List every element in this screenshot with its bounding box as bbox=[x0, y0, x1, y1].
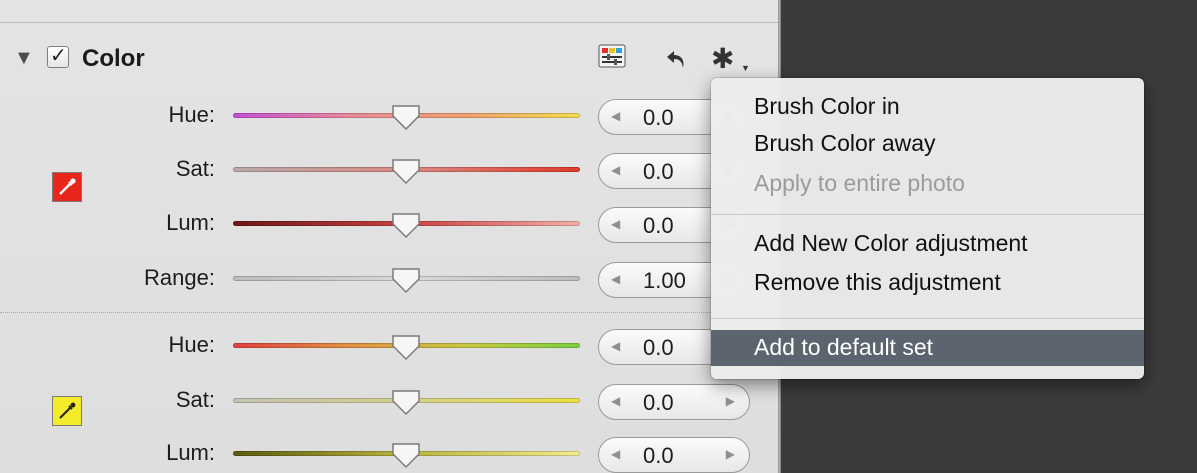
decrement-arrow-icon[interactable]: ◀ bbox=[611, 163, 620, 177]
decrement-arrow-icon[interactable]: ◀ bbox=[611, 447, 620, 461]
stepper-value[interactable]: 0.0 bbox=[643, 213, 674, 239]
menu-item-label: Brush Color away bbox=[754, 130, 936, 156]
decrement-arrow-icon[interactable]: ◀ bbox=[611, 394, 620, 408]
section-title: Color bbox=[82, 45, 145, 72]
slider-row-hue: Hue: ◀ 0.0 ▶ bbox=[0, 329, 778, 369]
slider-row-hue: Hue: ◀ 0.0 ▶ bbox=[0, 99, 778, 139]
menu-item-brush-color-in[interactable]: Brush Color in bbox=[711, 89, 1144, 123]
menu-item-label: Remove this adjustment bbox=[754, 269, 1001, 295]
slider-thumb[interactable] bbox=[391, 102, 421, 132]
slider-row-sat: Sat: ◀ 0.0 ▶ bbox=[0, 384, 778, 424]
enable-checkbox[interactable]: ✓ bbox=[47, 45, 69, 68]
menu-item-label: Apply to entire photo bbox=[754, 170, 965, 196]
menu-item-brush-color-away[interactable]: Brush Color away bbox=[711, 126, 1144, 160]
stepper-value[interactable]: 0.0 bbox=[643, 390, 674, 416]
menu-item-add-to-default-set[interactable]: Add to default set bbox=[711, 330, 1144, 366]
stepper-value[interactable]: 0.0 bbox=[643, 105, 674, 131]
reset-arrow-icon[interactable] bbox=[664, 48, 688, 70]
slider-label: Lum: bbox=[166, 210, 215, 235]
menu-item-label: Add New Color adjustment bbox=[754, 230, 1028, 256]
slider-thumb[interactable] bbox=[391, 332, 421, 362]
stepper-value[interactable]: 0.0 bbox=[643, 159, 674, 185]
slider-label: Hue: bbox=[168, 332, 215, 357]
slider-thumb[interactable] bbox=[391, 210, 421, 240]
slider-thumb[interactable] bbox=[391, 156, 421, 186]
slider-label: Hue: bbox=[168, 102, 215, 127]
group-separator bbox=[0, 312, 778, 313]
slider-label: Lum: bbox=[166, 440, 215, 465]
slider-label: Range: bbox=[144, 265, 215, 290]
slider-thumb[interactable] bbox=[391, 387, 421, 417]
slider-thumb[interactable] bbox=[391, 265, 421, 295]
slider-row-lum: Lum: ◀ 0.0 ▶ bbox=[0, 437, 778, 473]
menu-separator bbox=[711, 318, 1144, 319]
gear-context-menu: Brush Color in Brush Color away Apply to… bbox=[711, 78, 1144, 379]
gear-icon[interactable]: ✱ bbox=[711, 42, 734, 75]
chevron-down-icon: ▼ bbox=[741, 63, 750, 73]
menu-item-remove-this-adjustment[interactable]: Remove this adjustment bbox=[711, 265, 1144, 299]
slider-row-lum: Lum: ◀ 0.0 ▶ bbox=[0, 207, 778, 247]
menu-item-add-new-color-adjustment[interactable]: Add New Color adjustment bbox=[711, 226, 1144, 260]
stepper-value[interactable]: 0.0 bbox=[643, 443, 674, 469]
menu-item-label: Add to default set bbox=[754, 334, 934, 360]
value-stepper[interactable]: ◀ 0.0 ▶ bbox=[598, 384, 750, 420]
slider-row-range: Range: ◀ 1.00 ▶ bbox=[0, 262, 778, 302]
increment-arrow-icon[interactable]: ▶ bbox=[726, 394, 735, 408]
decrement-arrow-icon[interactable]: ◀ bbox=[611, 217, 620, 231]
disclosure-triangle-icon[interactable]: ▼ bbox=[14, 47, 34, 70]
stepper-value[interactable]: 1.00 bbox=[643, 268, 686, 294]
menu-item-apply-to-entire-photo: Apply to entire photo bbox=[711, 166, 1144, 200]
slider-label: Sat: bbox=[175, 387, 215, 412]
panel-top-divider bbox=[0, 22, 778, 23]
stepper-value[interactable]: 0.0 bbox=[643, 335, 674, 361]
slider-thumb[interactable] bbox=[391, 440, 421, 470]
increment-arrow-icon[interactable]: ▶ bbox=[726, 447, 735, 461]
slider-label: Sat: bbox=[175, 156, 215, 181]
decrement-arrow-icon[interactable]: ◀ bbox=[611, 272, 620, 286]
adjustments-panel: ▼ ✓ Color ✱ ▼ Hue: ◀ 0.0 ▶ Sat: bbox=[0, 0, 778, 473]
decrement-arrow-icon[interactable]: ◀ bbox=[611, 339, 620, 353]
slider-row-sat: Sat: ◀ 0.0 ▶ bbox=[0, 153, 778, 193]
decrement-arrow-icon[interactable]: ◀ bbox=[611, 109, 620, 123]
checkmark-icon: ✓ bbox=[50, 45, 67, 67]
color-picker-icon[interactable] bbox=[598, 44, 626, 68]
menu-separator bbox=[711, 214, 1144, 215]
value-stepper[interactable]: ◀ 0.0 ▶ bbox=[598, 437, 750, 473]
menu-item-label: Brush Color in bbox=[754, 93, 900, 119]
